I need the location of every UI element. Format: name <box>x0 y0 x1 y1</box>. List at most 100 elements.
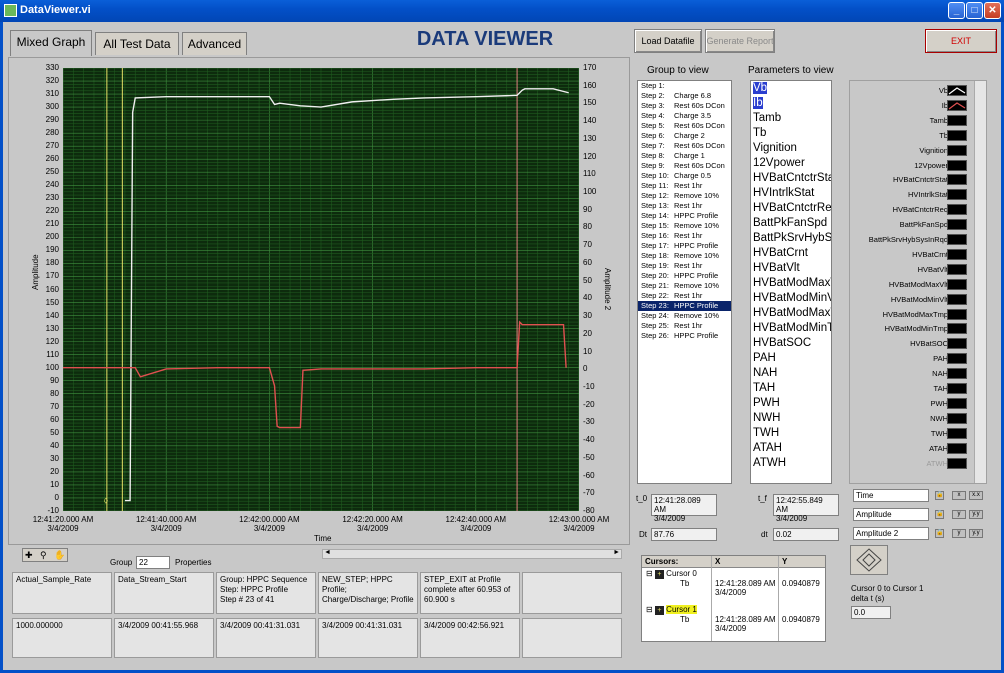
plot-legend-swatch[interactable] <box>947 442 967 454</box>
group-list-item[interactable]: Step 12: Remove 10% <box>638 191 731 201</box>
cursor-move-control[interactable] <box>850 545 888 575</box>
format-icon[interactable]: y.y <box>969 529 983 538</box>
plot-legend-swatch[interactable] <box>947 144 967 156</box>
group-number-field[interactable]: 22 <box>136 556 170 569</box>
parameter-list-item[interactable]: HVBatModMaxTmp <box>751 306 831 321</box>
plot-legend-swatch[interactable] <box>947 99 967 111</box>
group-list-item[interactable]: Step 22: Rest 1hr <box>638 291 731 301</box>
parameter-list-item[interactable]: HVBatCntctrStat <box>751 171 831 186</box>
parameter-list-item[interactable]: TAH <box>751 381 831 396</box>
parameter-list-item[interactable]: ATWH <box>751 456 831 471</box>
parameter-list-item[interactable]: Tamb <box>751 111 831 126</box>
plot-legend-swatch[interactable] <box>947 308 967 320</box>
group-list-item[interactable]: Step 16: Rest 1hr <box>638 231 731 241</box>
plot-legend-swatch[interactable] <box>947 293 967 305</box>
lock-icon[interactable]: 🔒 <box>935 510 944 519</box>
expand-icon[interactable]: ⊟ <box>646 569 653 578</box>
group-list-item[interactable]: Step 10: Charge 0.5 <box>638 171 731 181</box>
scroll-left-icon[interactable]: ◄ <box>324 549 331 556</box>
plot-legend-swatch[interactable] <box>947 189 967 201</box>
parameter-list-item[interactable]: HVBatModMinVlt <box>751 291 831 306</box>
autoscale-icon[interactable]: y <box>952 529 966 538</box>
plot-legend-swatch[interactable] <box>947 338 967 350</box>
plot-legend-swatch[interactable] <box>947 234 967 245</box>
plot-legend-swatch[interactable] <box>947 129 967 141</box>
tab-advanced[interactable]: Advanced <box>182 32 247 55</box>
plot-legend-swatch[interactable] <box>947 174 967 186</box>
group-list-item[interactable]: Step 24: Remove 10% <box>638 311 731 321</box>
parameter-list-item[interactable]: HVBatVlt <box>751 261 831 276</box>
parameter-list-item[interactable]: BattPkFanSpd <box>751 216 831 231</box>
group-list-item[interactable]: Step 4: Charge 3.5 <box>638 111 731 121</box>
generate-report-button[interactable]: Generate Report <box>705 29 775 53</box>
plot-legend-swatch[interactable] <box>947 263 967 275</box>
plot-legend-swatch[interactable] <box>947 397 967 409</box>
lock-icon[interactable]: 🔒 <box>935 529 944 538</box>
group-list-item[interactable]: Step 21: Remove 10% <box>638 281 731 291</box>
scale-name-field[interactable]: Amplitude <box>853 508 929 521</box>
plot-legend-swatch[interactable] <box>947 85 967 96</box>
mixed-graph-plot[interactable]: ◊ <box>62 67 580 512</box>
plot-legend-swatch[interactable] <box>947 278 967 290</box>
plot-area[interactable]: ◊ <box>62 67 580 512</box>
group-list-item[interactable]: Step 23: HPPC Profile <box>638 301 731 311</box>
group-list-item[interactable]: Step 8: Charge 1 <box>638 151 731 161</box>
group-list-item[interactable]: Step 7: Rest 60s DCon <box>638 141 731 151</box>
group-list-item[interactable]: Step 25: Rest 1hr <box>638 321 731 331</box>
group-list-item[interactable]: Step 18: Remove 10% <box>638 251 731 261</box>
format-icon[interactable]: y.y <box>969 510 983 519</box>
diamond-navigator-icon[interactable] <box>851 546 887 574</box>
parameter-list-item[interactable]: NAH <box>751 366 831 381</box>
plot-legend-swatch[interactable] <box>947 383 967 394</box>
maximize-button[interactable]: □ <box>966 2 983 19</box>
group-list-item[interactable]: Step 3: Rest 60s DCon <box>638 101 731 111</box>
autoscale-icon[interactable]: x <box>952 491 966 500</box>
parameter-list-item[interactable]: PAH <box>751 351 831 366</box>
scale-name-field[interactable]: Amplitude 2 <box>853 527 929 540</box>
scale-name-field[interactable]: Time <box>853 489 929 502</box>
scroll-right-icon[interactable]: ► <box>613 549 620 556</box>
group-list-item[interactable]: Step 19: Rest 1hr <box>638 261 731 271</box>
plot-legend-swatch[interactable] <box>947 248 967 260</box>
parameter-list-item[interactable]: HVBatCntctrReq <box>751 201 831 216</box>
group-list-item[interactable]: Step 2: Charge 6.8 <box>638 91 731 101</box>
parameter-list-item[interactable]: BattPkSrvHybSysInRqd <box>751 231 831 246</box>
parameter-list-item[interactable]: NWH <box>751 411 831 426</box>
group-list-item[interactable]: Step 11: Rest 1hr <box>638 181 731 191</box>
group-list[interactable]: Step 1: Step 2: Charge 6.8 Step 3: Rest 60s … <box>637 80 732 484</box>
minimize-button[interactable]: _ <box>948 2 965 19</box>
expand-icon[interactable]: ⊟ <box>646 605 653 614</box>
parameters-list[interactable]: Vb Ib Tamb Tb Vignition 12Vpower HVBatCntctrSt… <box>750 80 832 484</box>
group-list-item[interactable]: Step 13: Rest 1hr <box>638 201 731 211</box>
Dt-field[interactable]: 87.76 <box>651 528 717 541</box>
parameter-list-item[interactable]: HVBatSOC <box>751 336 831 351</box>
group-list-item[interactable]: Step 17: HPPC Profile <box>638 241 731 251</box>
close-button[interactable]: ✕ <box>984 2 1001 19</box>
cursor-delta-field[interactable]: 0.0 <box>851 606 891 619</box>
pan-hand-icon[interactable]: ✋ <box>54 550 65 561</box>
plot-legend-swatch[interactable] <box>947 368 967 380</box>
dt-field[interactable]: 0.02 <box>773 528 839 541</box>
parameter-list-item[interactable]: Tb <box>751 126 831 141</box>
plot-legend-swatch[interactable] <box>947 457 967 469</box>
parameter-list-item[interactable]: HVBatModMinTmp <box>751 321 831 336</box>
parameter-list-item[interactable]: HVIntrlkStat <box>751 186 831 201</box>
format-icon[interactable]: x.x <box>969 491 983 500</box>
crosshair-icon[interactable]: ✚ <box>25 550 33 561</box>
parameter-list-item[interactable]: PWH <box>751 396 831 411</box>
tab-all-test-data[interactable]: All Test Data <box>95 32 179 55</box>
parameter-list-item[interactable]: Ib <box>751 96 831 111</box>
exit-button[interactable]: EXIT <box>925 29 997 53</box>
parameter-list-item[interactable]: Vignition <box>751 141 831 156</box>
group-list-item[interactable]: Step 20: HPPC Profile <box>638 271 731 281</box>
group-list-item[interactable]: Step 9: Rest 60s DCon <box>638 161 731 171</box>
cursor-row[interactable]: ⊟ + Cursor 0 <box>646 569 697 579</box>
load-datafile-button[interactable]: Load Datafile <box>634 29 702 53</box>
tf-field[interactable]: 12:42:55.849 AM 3/4/2009 <box>773 494 839 523</box>
plot-legend-swatch[interactable] <box>947 412 967 424</box>
parameter-list-item[interactable]: 12Vpower <box>751 156 831 171</box>
scale-legend[interactable]: Time 🔒 x x.x Amplitude 🔒 y y.y Amplitude 2 🔒 y y.y <box>853 489 989 545</box>
parameter-list-item[interactable]: HVBatCrnt <box>751 246 831 261</box>
group-list-item[interactable]: Step 6: Charge 2 <box>638 131 731 141</box>
group-list-item[interactable]: Step 14: HPPC Profile <box>638 211 731 221</box>
